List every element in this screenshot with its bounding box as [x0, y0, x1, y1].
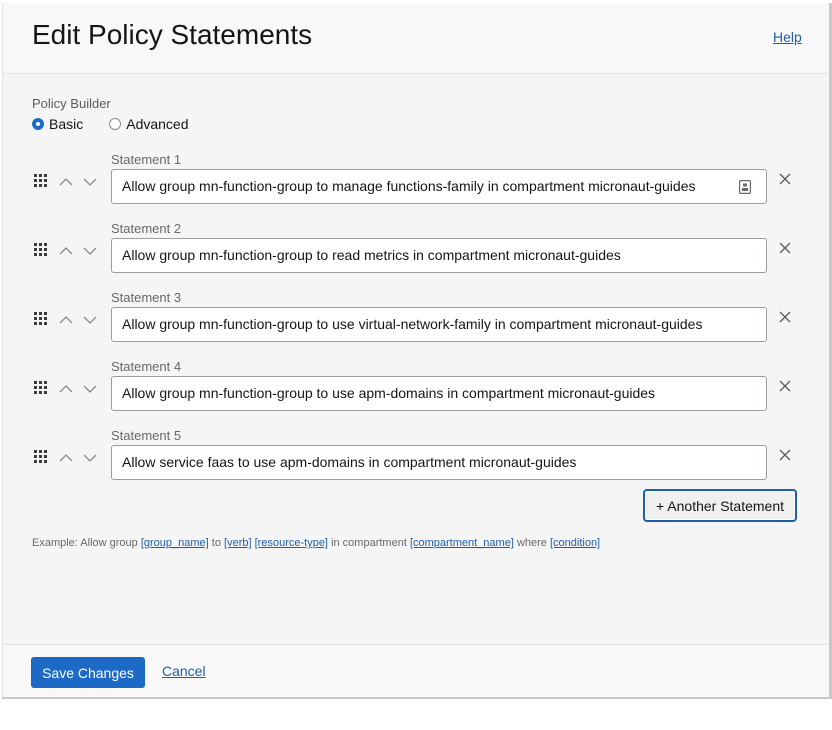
statement-label: Statement 4 [111, 359, 182, 374]
chevron-up-icon[interactable] [59, 381, 73, 393]
example-where: where [516, 537, 547, 549]
chevron-up-icon[interactable] [59, 174, 73, 186]
example-compartment-link[interactable]: [compartment_name] [410, 537, 514, 549]
chevron-down-icon[interactable] [83, 243, 97, 255]
statement-label: Statement 5 [111, 428, 182, 443]
close-icon[interactable] [778, 310, 792, 324]
chevron-up-icon[interactable] [59, 312, 73, 324]
radio-basic[interactable]: Basic [32, 116, 83, 132]
radio-advanced-dot[interactable] [109, 118, 122, 130]
chevron-down-icon[interactable] [83, 312, 97, 324]
example-verb-link[interactable]: [verb] [224, 537, 252, 549]
statement-input[interactable]: Allow group mn-function-group to use apm… [111, 376, 767, 411]
example-resource-link[interactable]: [resource-type] [255, 537, 328, 549]
add-statement-button[interactable]: + Another Statement [643, 489, 797, 522]
statement-label: Statement 2 [111, 221, 182, 236]
statement-input[interactable]: Allow group mn-function-group to read me… [111, 238, 767, 273]
edit-policy-panel: Edit Policy Statements Help Policy Build… [2, 3, 832, 699]
radio-advanced[interactable]: Advanced [109, 116, 189, 132]
drag-handle-icon[interactable] [34, 450, 48, 464]
chevron-up-icon[interactable] [59, 450, 73, 462]
policy-builder-label: Policy Builder [32, 96, 111, 111]
chevron-down-icon[interactable] [83, 174, 97, 186]
panel-header: Edit Policy Statements Help [3, 3, 829, 74]
example-prefix: Example: Allow group [32, 537, 138, 549]
help-link[interactable]: Help [773, 29, 802, 45]
radio-advanced-label: Advanced [126, 116, 189, 132]
example-text: Example: Allow group [group_name] to [ve… [32, 537, 600, 549]
statement-input[interactable]: Allow group mn-function-group to manage … [111, 169, 767, 204]
example-in-compartment: in compartment [331, 537, 407, 549]
policy-builder-mode: Basic Advanced [32, 116, 215, 132]
statement-row-1: Statement 1 Allow group mn-function-grou… [3, 152, 829, 212]
panel-footer: Save Changes Cancel [3, 644, 829, 697]
cancel-link[interactable]: Cancel [162, 663, 206, 679]
close-icon[interactable] [778, 448, 792, 462]
statement-label: Statement 1 [111, 152, 182, 167]
example-condition-link[interactable]: [condition] [550, 537, 600, 549]
statement-input[interactable]: Allow service faas to use apm-domains in… [111, 445, 767, 480]
close-icon[interactable] [778, 172, 792, 186]
statement-row-4: Statement 4 Allow group mn-function-grou… [3, 359, 829, 419]
drag-handle-icon[interactable] [34, 312, 48, 326]
example-to: to [211, 537, 221, 549]
statement-row-5: Statement 5 Allow service faas to use ap… [3, 428, 829, 488]
radio-basic-dot[interactable] [32, 118, 44, 130]
example-group-link[interactable]: [group_name] [141, 537, 209, 549]
drag-handle-icon[interactable] [34, 243, 48, 257]
chevron-down-icon[interactable] [83, 381, 97, 393]
radio-basic-label: Basic [49, 116, 84, 132]
save-changes-button[interactable]: Save Changes [31, 657, 145, 688]
statement-label: Statement 3 [111, 290, 182, 305]
page-title: Edit Policy Statements [32, 19, 313, 50]
drag-handle-icon[interactable] [34, 174, 48, 188]
chevron-down-icon[interactable] [83, 450, 97, 462]
clipboard-icon[interactable] [739, 179, 752, 195]
statement-row-3: Statement 3 Allow group mn-function-grou… [3, 290, 829, 350]
statement-input[interactable]: Allow group mn-function-group to use vir… [111, 307, 767, 342]
statement-row-2: Statement 2 Allow group mn-function-grou… [3, 221, 829, 281]
drag-handle-icon[interactable] [34, 381, 48, 395]
chevron-up-icon[interactable] [59, 243, 73, 255]
close-icon[interactable] [778, 241, 792, 255]
close-icon[interactable] [778, 379, 792, 393]
